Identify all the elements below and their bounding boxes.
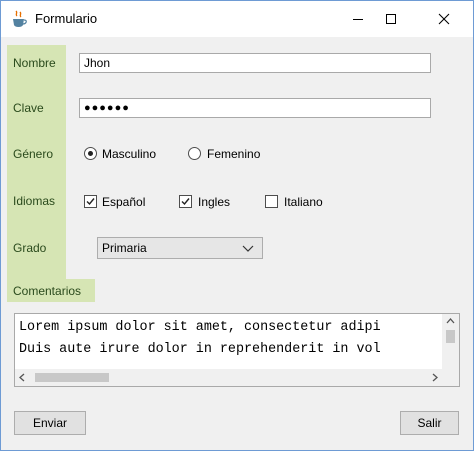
chevron-left-icon[interactable]: [15, 369, 29, 386]
checkmark-icon: [181, 198, 190, 206]
checkmark-icon: [86, 198, 95, 206]
grado-combobox[interactable]: Primaria: [97, 237, 263, 259]
masculino-radio-label[interactable]: Masculino: [102, 147, 156, 161]
close-icon: [438, 13, 450, 25]
nombre-label: Nombre: [13, 56, 56, 70]
title-bar[interactable]: Formulario: [1, 1, 473, 37]
minimize-icon: [353, 19, 363, 20]
genero-label: Género: [13, 147, 54, 161]
enviar-button[interactable]: Enviar: [14, 411, 86, 435]
maximize-button[interactable]: [368, 1, 414, 37]
italiano-checkbox-label[interactable]: Italiano: [284, 195, 323, 209]
close-button[interactable]: [421, 1, 467, 37]
java-cup-icon: [13, 10, 27, 27]
chevron-right-icon[interactable]: [428, 369, 442, 386]
nombre-field[interactable]: Jhon: [79, 53, 431, 73]
vertical-scrollbar[interactable]: [442, 314, 459, 370]
italiano-checkbox[interactable]: [265, 195, 278, 208]
salir-button[interactable]: Salir: [400, 411, 459, 435]
vertical-scroll-thumb[interactable]: [446, 330, 455, 343]
clave-password-field[interactable]: ●●●●●●: [79, 98, 431, 118]
horizontal-scrollbar[interactable]: [15, 369, 442, 386]
masculino-radio[interactable]: [84, 147, 97, 160]
comentarios-label: Comentarios: [13, 284, 82, 298]
chevron-down-icon: [242, 245, 254, 252]
ingles-checkbox-label[interactable]: Ingles: [198, 195, 230, 209]
chevron-up-icon[interactable]: [442, 314, 459, 328]
comentarios-textarea[interactable]: Lorem ipsum dolor sit amet, consectetur …: [14, 313, 460, 387]
grado-label: Grado: [13, 241, 47, 255]
comentarios-line-2: Duis aute irure dolor in reprehenderit i…: [19, 342, 381, 357]
application-window: Formulario Nombre Clave Género Idiomas G…: [0, 0, 474, 451]
window-title: Formulario: [35, 11, 98, 26]
espanol-checkbox[interactable]: [84, 195, 97, 208]
scrollbar-corner: [442, 369, 459, 386]
maximize-icon: [386, 14, 396, 24]
grado-selected-value: Primaria: [102, 241, 147, 255]
espanol-checkbox-label[interactable]: Español: [102, 195, 145, 209]
femenino-radio[interactable]: [188, 147, 201, 160]
idiomas-label: Idiomas: [13, 194, 56, 208]
ingles-checkbox[interactable]: [179, 195, 192, 208]
femenino-radio-label[interactable]: Femenino: [207, 147, 260, 161]
clave-label: Clave: [13, 101, 44, 115]
horizontal-scroll-thumb[interactable]: [35, 373, 109, 382]
comentarios-line-1: Lorem ipsum dolor sit amet, consectetur …: [19, 320, 381, 335]
